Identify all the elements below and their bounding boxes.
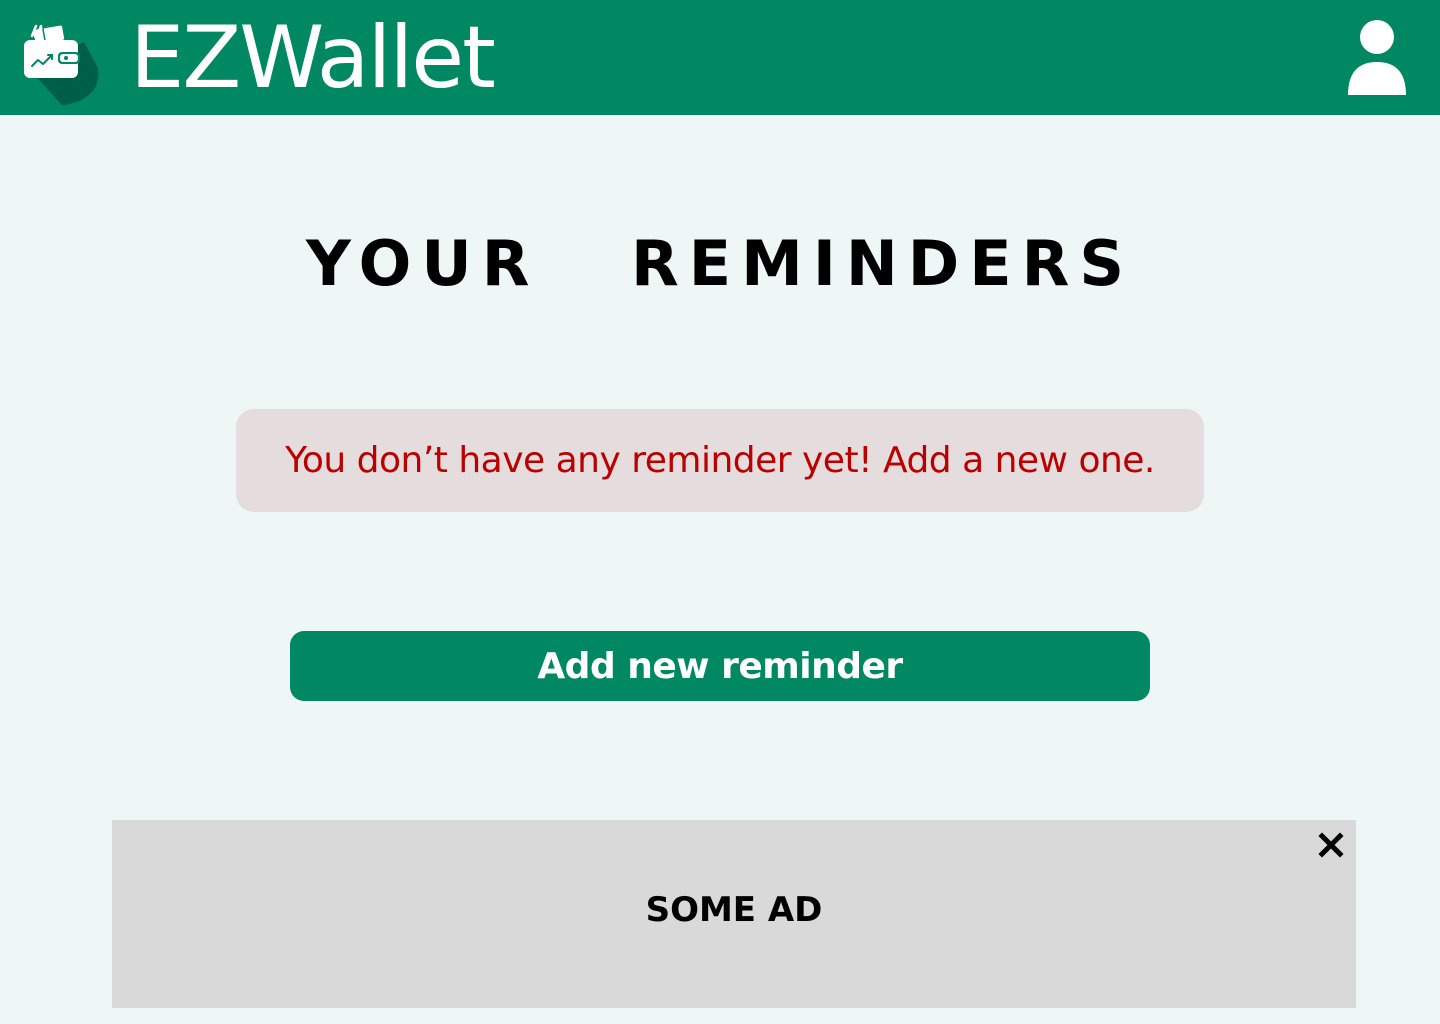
ad-banner: SOME AD — [112, 820, 1356, 1008]
empty-reminders-alert: You don’t have any reminder yet! Add a n… — [236, 409, 1204, 512]
empty-reminders-message: You don’t have any reminder yet! Add a n… — [285, 440, 1155, 481]
app-title: EZWallet — [130, 8, 496, 108]
add-reminder-button[interactable]: Add new reminder — [290, 631, 1150, 701]
close-icon[interactable] — [1316, 830, 1346, 860]
ad-label: SOME AD — [645, 890, 823, 930]
user-icon[interactable] — [1346, 18, 1408, 98]
app-header: EZWallet — [0, 0, 1440, 115]
wallet-icon — [24, 23, 99, 105]
page-title: YOUR REMINDERS — [305, 227, 1135, 300]
